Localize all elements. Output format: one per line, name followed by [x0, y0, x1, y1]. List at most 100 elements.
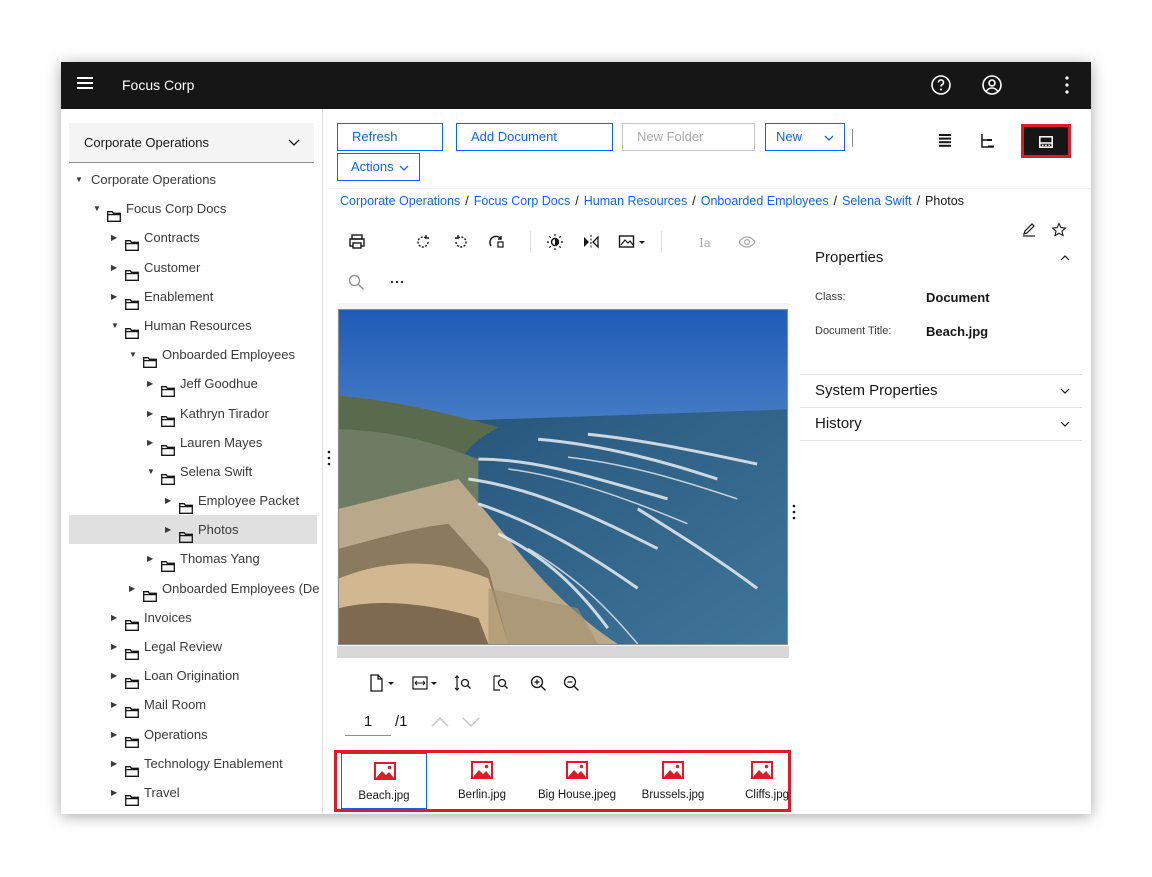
- caret-right-icon[interactable]: ▶: [111, 603, 117, 632]
- fit-page-icon[interactable]: [492, 674, 510, 692]
- caret-right-icon[interactable]: ▶: [111, 661, 117, 690]
- thumbnail-item[interactable]: Big House.jpeg: [531, 753, 623, 809]
- repository-select[interactable]: Corporate Operations: [69, 123, 314, 163]
- thumbnail-item[interactable]: Berlin.jpg: [441, 753, 523, 809]
- rotate-left-icon[interactable]: [452, 233, 470, 251]
- toolbar-divider: [530, 231, 531, 253]
- search-icon[interactable]: [347, 273, 365, 291]
- new-folder-button[interactable]: New Folder: [622, 123, 755, 151]
- caret-right-icon[interactable]: ▶: [111, 632, 117, 661]
- overflow-menu-icon[interactable]: [1055, 73, 1079, 97]
- caret-right-icon[interactable]: ▶: [147, 399, 153, 428]
- caret-right-icon[interactable]: ▶: [111, 253, 117, 282]
- tree-node[interactable]: ▶ Loan Origination: [61, 661, 322, 690]
- zoom-in-icon[interactable]: [529, 674, 547, 692]
- system-properties-section-header[interactable]: System Properties: [800, 375, 1082, 407]
- caret-down-icon[interactable]: ▼: [75, 165, 83, 194]
- new-menu-button[interactable]: New: [765, 123, 845, 151]
- previous-page-icon[interactable]: [430, 715, 450, 729]
- tree-node[interactable]: ▶ Legal Review: [61, 632, 322, 661]
- next-page-icon[interactable]: [461, 715, 481, 729]
- tree-node[interactable]: ▶ Travel: [61, 778, 322, 807]
- fit-height-icon[interactable]: [454, 674, 472, 692]
- breadcrumb-item[interactable]: Human Resources: [584, 194, 688, 208]
- list-view-button[interactable]: [925, 125, 965, 157]
- viewer-scrollbar[interactable]: [337, 646, 789, 658]
- tree-node[interactable]: ▼ Corporate Operations: [61, 165, 322, 194]
- filmstrip-view-button[interactable]: [1021, 124, 1071, 158]
- thumbnail-item[interactable]: Cliffs.jpg: [727, 753, 789, 809]
- hamburger-menu-icon[interactable]: [77, 77, 93, 93]
- zoom-out-icon[interactable]: [562, 674, 580, 692]
- refresh-button[interactable]: Refresh: [337, 123, 443, 151]
- tree-node[interactable]: ▶ Enablement: [61, 282, 322, 311]
- folder-icon: [125, 758, 139, 777]
- breadcrumb-item[interactable]: Corporate Operations: [340, 194, 460, 208]
- caret-down-icon[interactable]: ▼: [129, 340, 137, 369]
- pane-resize-handle[interactable]: [327, 449, 331, 469]
- tree-node[interactable]: ▶ Customer: [61, 253, 322, 282]
- add-document-button[interactable]: Add Document: [456, 123, 613, 151]
- caret-down-icon[interactable]: ▼: [147, 457, 155, 486]
- flip-icon[interactable]: [582, 233, 600, 251]
- image-adjust-menu-icon[interactable]: [618, 233, 646, 251]
- more-options-icon[interactable]: [388, 273, 406, 291]
- caret-right-icon[interactable]: ▶: [111, 282, 117, 311]
- tree-node[interactable]: ▶ Photos: [69, 515, 317, 545]
- thumbnail-item[interactable]: Brussels.jpg: [631, 753, 715, 809]
- tree-node[interactable]: ▶ Employee Packet: [61, 486, 322, 515]
- breadcrumb-item[interactable]: Selena Swift: [842, 194, 911, 208]
- tree-node[interactable]: ▶ Jeff Goodhue: [61, 369, 322, 398]
- tree-node[interactable]: ▶ Onboarded Employees (De: [61, 574, 322, 603]
- folder-icon: [125, 262, 139, 281]
- tree-node[interactable]: ▶ Technology Enablement: [61, 749, 322, 778]
- property-label: Document Title:: [815, 325, 892, 337]
- history-section-header[interactable]: History: [800, 408, 1082, 440]
- tree-view-button[interactable]: [967, 125, 1007, 157]
- rotate-icon[interactable]: [414, 233, 432, 251]
- caret-right-icon[interactable]: ▶: [129, 574, 135, 603]
- tree-node[interactable]: ▼ Selena Swift: [61, 457, 322, 486]
- caret-down-icon[interactable]: ▼: [93, 194, 101, 223]
- tree-node[interactable]: ▼ Onboarded Employees: [61, 340, 322, 369]
- tree-node[interactable]: ▶ Operations: [61, 720, 322, 749]
- rotate-right-icon[interactable]: [488, 233, 506, 251]
- caret-right-icon[interactable]: ▶: [165, 486, 171, 515]
- tree-node-label: Human Resources: [144, 317, 252, 333]
- toolbar-divider: [661, 231, 662, 253]
- tree-node[interactable]: ▶ Mail Room: [61, 690, 322, 719]
- tree-node[interactable]: ▶ Lauren Mayes: [61, 428, 322, 457]
- chevron-down-icon: [399, 165, 409, 171]
- caret-right-icon[interactable]: ▶: [147, 428, 153, 457]
- thumbnail-item[interactable]: Beach.jpg: [341, 753, 427, 809]
- tree-node[interactable]: ▶ Invoices: [61, 603, 322, 632]
- fit-width-icon[interactable]: [412, 674, 440, 692]
- caret-down-icon[interactable]: ▼: [111, 311, 119, 340]
- properties-section-header[interactable]: Properties: [800, 242, 1082, 274]
- caret-right-icon[interactable]: ▶: [111, 749, 117, 778]
- caret-right-icon[interactable]: ▶: [147, 544, 153, 573]
- help-icon[interactable]: [929, 73, 953, 97]
- caret-right-icon[interactable]: ▶: [147, 369, 153, 398]
- breadcrumb-item[interactable]: Onboarded Employees: [701, 194, 829, 208]
- caret-right-icon[interactable]: ▶: [111, 778, 117, 807]
- caret-right-icon[interactable]: ▶: [111, 690, 117, 719]
- print-icon[interactable]: [348, 233, 366, 251]
- tree-node[interactable]: ▼ Human Resources: [61, 311, 322, 340]
- breadcrumb-item[interactable]: Focus Corp Docs: [474, 194, 571, 208]
- actions-menu-button[interactable]: Actions: [337, 153, 420, 181]
- caret-right-icon[interactable]: ▶: [165, 515, 171, 544]
- brightness-icon[interactable]: [546, 233, 564, 251]
- tree-node[interactable]: ▼ Focus Corp Docs: [61, 194, 322, 223]
- tree-node[interactable]: ▶ Kathryn Tirador: [61, 399, 322, 428]
- caret-right-icon[interactable]: ▶: [111, 223, 117, 252]
- tree-node[interactable]: ▶ Contracts: [61, 223, 322, 252]
- tree-node[interactable]: ▶ Thomas Yang: [61, 544, 322, 573]
- pane-resize-handle[interactable]: [792, 503, 796, 523]
- user-profile-icon[interactable]: [980, 73, 1004, 97]
- page-number-input[interactable]: 1: [345, 708, 391, 736]
- caret-right-icon[interactable]: ▶: [111, 720, 117, 749]
- tree-node-label: Customer: [144, 259, 201, 275]
- folder-icon: [125, 320, 139, 339]
- document-menu-icon[interactable]: [369, 674, 397, 692]
